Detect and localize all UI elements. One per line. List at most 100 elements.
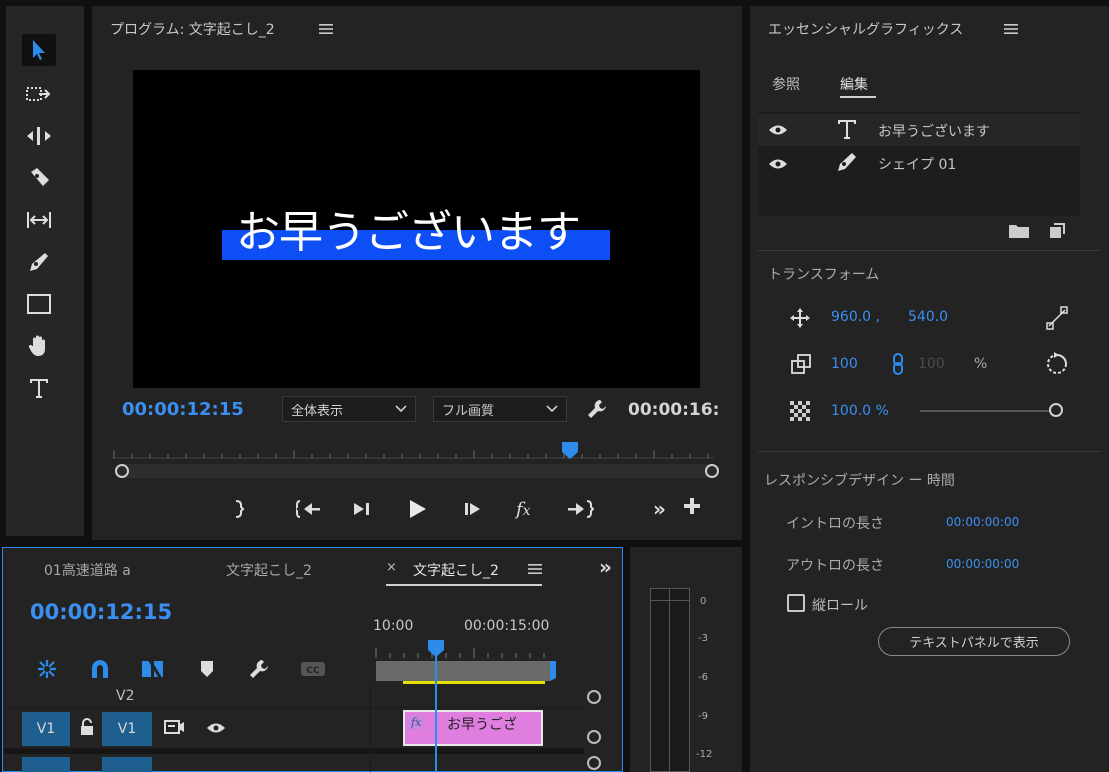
program-scrubber[interactable] (110, 438, 722, 482)
ripple-edit-tool-icon[interactable] (22, 120, 56, 152)
roll-checkbox[interactable] (787, 594, 805, 612)
opacity-slider-thumb[interactable] (1049, 403, 1063, 417)
intro-value[interactable]: 00:00:00:00 (946, 515, 1019, 529)
fx-icon[interactable]: fx (516, 499, 531, 520)
tab-timeline-1[interactable]: 01高速道路 a (44, 560, 131, 580)
opacity-icon (790, 401, 810, 421)
timeline-timecode[interactable]: 00:00:12:15 (30, 600, 172, 624)
link-icon[interactable] (891, 353, 905, 375)
eye-icon[interactable] (768, 158, 788, 170)
position-y-value[interactable]: 540.0 (908, 309, 948, 325)
scale-width-value: 100 (918, 356, 945, 372)
rotation-icon[interactable] (1044, 351, 1070, 377)
tab-edit[interactable]: 編集 (840, 74, 868, 94)
clip-label: お早うござ (447, 717, 517, 733)
play-icon[interactable] (404, 497, 430, 521)
sync-lock-icon[interactable] (163, 718, 185, 736)
ruler-label-left: 10:00 (373, 618, 414, 634)
opacity-value[interactable]: 100.0 % (831, 403, 889, 419)
timeline-scroll-handle[interactable] (587, 690, 601, 704)
captions-icon[interactable]: CC (300, 661, 326, 677)
hand-tool-icon[interactable] (22, 330, 56, 362)
roll-checkbox-label: 縦ロール (812, 598, 868, 614)
rectangle-tool-icon[interactable] (22, 288, 56, 320)
pen-icon (836, 151, 858, 173)
menu-icon[interactable] (1004, 23, 1018, 35)
track-divider (4, 707, 584, 708)
add-button-icon[interactable] (683, 497, 701, 515)
wrench-icon[interactable] (248, 658, 270, 680)
chevron-down-icon (395, 405, 407, 413)
snap-magnet-icon[interactable] (89, 658, 111, 680)
meter-scale-6: -6 (698, 672, 708, 683)
pen-tool-icon[interactable] (22, 246, 56, 278)
tab-timeline-2[interactable]: 文字起こし_2 (226, 560, 312, 580)
tab-edit-underline (840, 96, 876, 98)
chevron-down-icon (546, 405, 558, 413)
lock-icon[interactable] (80, 718, 94, 736)
go-to-out-icon[interactable] (566, 498, 594, 520)
folder-icon[interactable] (1008, 223, 1030, 239)
step-forward-icon[interactable] (460, 498, 484, 520)
opacity-slider[interactable] (920, 410, 1056, 412)
tab-timeline-active[interactable]: 文字起こし_2 (413, 560, 499, 580)
track-v1-target-toggle[interactable]: V1 (102, 712, 152, 746)
track-v1-source-toggle[interactable]: V1 (22, 712, 70, 746)
eye-icon[interactable] (768, 124, 788, 136)
eye-icon[interactable] (206, 722, 226, 734)
intro-label: イントロの長さ (786, 516, 884, 532)
outro-label: アウトロの長さ (786, 558, 884, 574)
linked-selection-icon[interactable] (141, 658, 165, 680)
divider (758, 451, 1100, 452)
audio-meter-bar (650, 588, 690, 772)
menu-icon[interactable] (319, 23, 333, 35)
panel-overflow-icon[interactable]: » (599, 555, 612, 579)
clip-fx-badge: fx (409, 716, 424, 729)
zoom-select[interactable]: 全体表示 (282, 396, 416, 422)
playhead-line (435, 656, 437, 772)
responsive-design-title: レスポンシブデザイン ー 時間 (764, 473, 955, 489)
program-timecode-duration: 00:00:16: (628, 400, 720, 420)
wrench-icon[interactable] (586, 398, 608, 420)
more-buttons-icon[interactable]: » (653, 497, 666, 521)
ruler-label-right: 00:00:15:00 (464, 618, 550, 634)
timeline-ruler[interactable] (374, 636, 564, 686)
timeline-scroll-handle[interactable] (587, 756, 601, 770)
new-layer-icon[interactable] (1048, 222, 1066, 240)
menu-icon[interactable] (528, 563, 542, 575)
outro-value[interactable]: 00:00:00:00 (946, 557, 1019, 571)
overlay-text: お早うございます (236, 207, 581, 258)
scale-value[interactable]: 100 (831, 356, 858, 372)
insert-nest-icon[interactable] (36, 658, 58, 680)
essential-graphics-title: エッセンシャルグラフィックス (768, 22, 964, 38)
marker-icon[interactable] (200, 660, 214, 678)
tab-browse[interactable]: 参照 (772, 74, 800, 94)
timeline-scroll-handle[interactable] (587, 730, 601, 744)
step-back-icon[interactable] (350, 498, 374, 520)
meter-scale-0: 0 (700, 596, 707, 607)
transform-label: トランスフォーム (768, 267, 880, 283)
type-tool-icon[interactable] (22, 372, 56, 404)
go-to-in-icon[interactable] (296, 498, 322, 520)
slip-tool-icon[interactable] (22, 204, 56, 236)
track-a1-partial (22, 757, 70, 772)
zoom-select-value: 全体表示 (291, 403, 344, 419)
razor-tool-icon[interactable] (22, 162, 56, 194)
align-icon[interactable] (1045, 306, 1069, 330)
quality-select[interactable]: フル画質 (433, 396, 567, 422)
meter-scale-3: -3 (698, 633, 708, 644)
position-icon (789, 307, 811, 329)
tab-active-underline (386, 584, 542, 586)
layer-name: お早うございます (878, 124, 990, 140)
program-timecode-current[interactable]: 00:00:12:15 (122, 399, 244, 420)
mark-out-icon[interactable] (228, 498, 250, 520)
program-title: プログラム: 文字起こし_2 (110, 22, 275, 38)
selection-tool-icon[interactable] (22, 34, 56, 66)
track-divider (4, 748, 584, 754)
show-text-panel-button[interactable]: テキストパネルで表示 (878, 627, 1070, 656)
position-x-value[interactable]: 960.0 , (831, 309, 880, 325)
track-select-tool-icon[interactable] (22, 78, 56, 110)
graphic-clip[interactable]: fx お早うござ (403, 710, 543, 746)
audio-meter-top (650, 600, 690, 601)
close-icon[interactable]: × (386, 560, 397, 575)
